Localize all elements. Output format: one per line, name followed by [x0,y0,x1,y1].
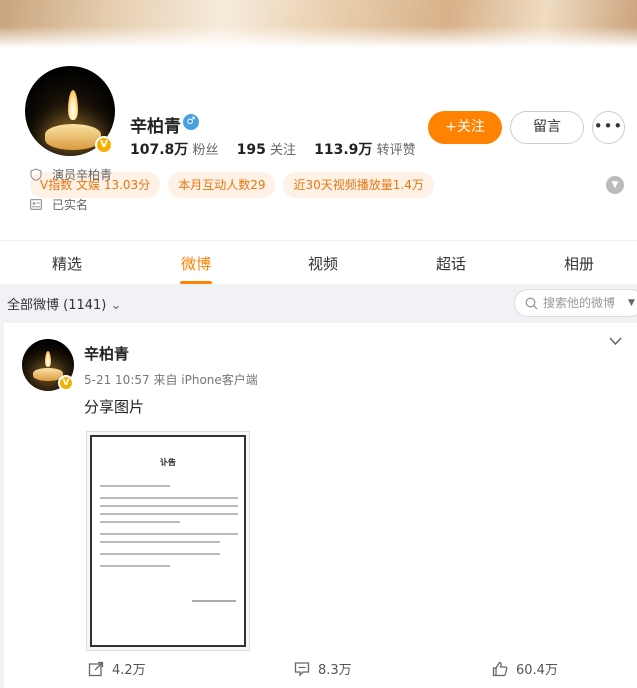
search-icon [525,297,538,309]
shield-icon [30,168,42,181]
verified-badge-icon: V [58,375,74,391]
profile-header: V 辛柏青 ♂ 107.8万 粉丝 195 关注 113.9万 转评赞 +关注 … [0,48,637,240]
identity-text: 演员辛柏青 [52,168,113,182]
tag-monthly-interactions[interactable]: 本月互动人数29 [168,172,276,198]
like-count: 60.4万 [516,663,558,678]
doc-signature-line [192,600,236,602]
candle-flame [68,90,78,120]
info-real-name: 已实名 [30,196,88,213]
active-tab-indicator [180,281,212,284]
comment-count: 8.3万 [318,663,352,678]
weibo-post-card: V 辛柏青 5-21 10:57 来自 iPhone客户端 分享图片 讣告 4.… [4,323,637,688]
post-source: 来自 iPhone客户端 [153,373,258,387]
doc-text-line [100,533,238,535]
post-meta: 5-21 10:57 来自 iPhone客户端 [84,371,258,388]
profile-name: 辛柏青 [130,117,181,137]
candle-flame [45,351,51,367]
post-image-obituary[interactable]: 讣告 [86,431,250,651]
doc-text-line [100,513,238,515]
post-menu-chevron-icon[interactable] [609,335,622,350]
obituary-document: 讣告 [90,435,246,647]
comment-button[interactable]: 8.3万 [294,659,352,678]
doc-text-line [100,541,220,543]
profile-stats: 107.8万 粉丝 195 关注 113.9万 转评赞 [130,139,416,159]
post-timestamp[interactable]: 5-21 10:57 [84,373,150,387]
doc-text-line [100,565,170,567]
profile-cover [0,0,637,48]
post-text: 分享图片 [84,398,145,416]
message-button[interactable]: 留言 [510,111,584,144]
tag-video-views[interactable]: 近30天视频播放量1.4万 [283,172,434,198]
verified-badge-icon: V [95,136,113,154]
obituary-title: 讣告 [160,458,176,467]
tab-video[interactable]: 视频 [293,253,353,274]
repost-count: 4.2万 [112,663,146,678]
like-button[interactable]: 60.4万 [492,659,558,678]
stat-engagement[interactable]: 113.9万 转评赞 [314,142,415,158]
info-identity: 演员辛柏青 [30,166,112,183]
stat-followers[interactable]: 107.8万 粉丝 [130,142,218,158]
repost-icon [88,661,104,676]
search-dropdown-icon[interactable]: ▼ [628,298,635,308]
post-search-box: ▼ [514,289,637,317]
tab-album[interactable]: 相册 [549,253,609,274]
tab-featured[interactable]: 精选 [37,253,97,274]
doc-text-line [100,485,170,487]
more-options-button[interactable]: ••• [592,111,625,144]
profile-tabs: 精选 微博 视频 超话 相册 [0,240,637,284]
doc-text-line [100,521,180,523]
comment-icon [294,661,310,677]
thumbs-up-icon [492,661,508,676]
follow-button[interactable]: +关注 [428,111,502,144]
chevron-down-icon[interactable]: ▼ [606,176,624,194]
tab-weibo[interactable]: 微博 [166,253,226,274]
stat-following[interactable]: 195 关注 [237,142,296,158]
post-search-input[interactable] [543,296,623,310]
post-author-name[interactable]: 辛柏青 [84,343,129,364]
male-gender-icon: ♂ [183,114,199,130]
candle-image [45,124,101,150]
repost-button[interactable]: 4.2万 [88,659,146,678]
doc-text-line [100,553,220,555]
real-name-text: 已实名 [52,198,89,212]
id-card-icon [30,199,42,210]
tab-super-topic[interactable]: 超话 [421,253,481,274]
feed-filter-dropdown[interactable]: 全部微博 (1141) ⌄ [7,294,121,313]
feed-filter-label: 全部微博 (1141) [7,298,107,313]
doc-text-line [100,497,238,499]
doc-text-line [100,505,238,507]
chevron-down-icon: ⌄ [110,298,122,313]
